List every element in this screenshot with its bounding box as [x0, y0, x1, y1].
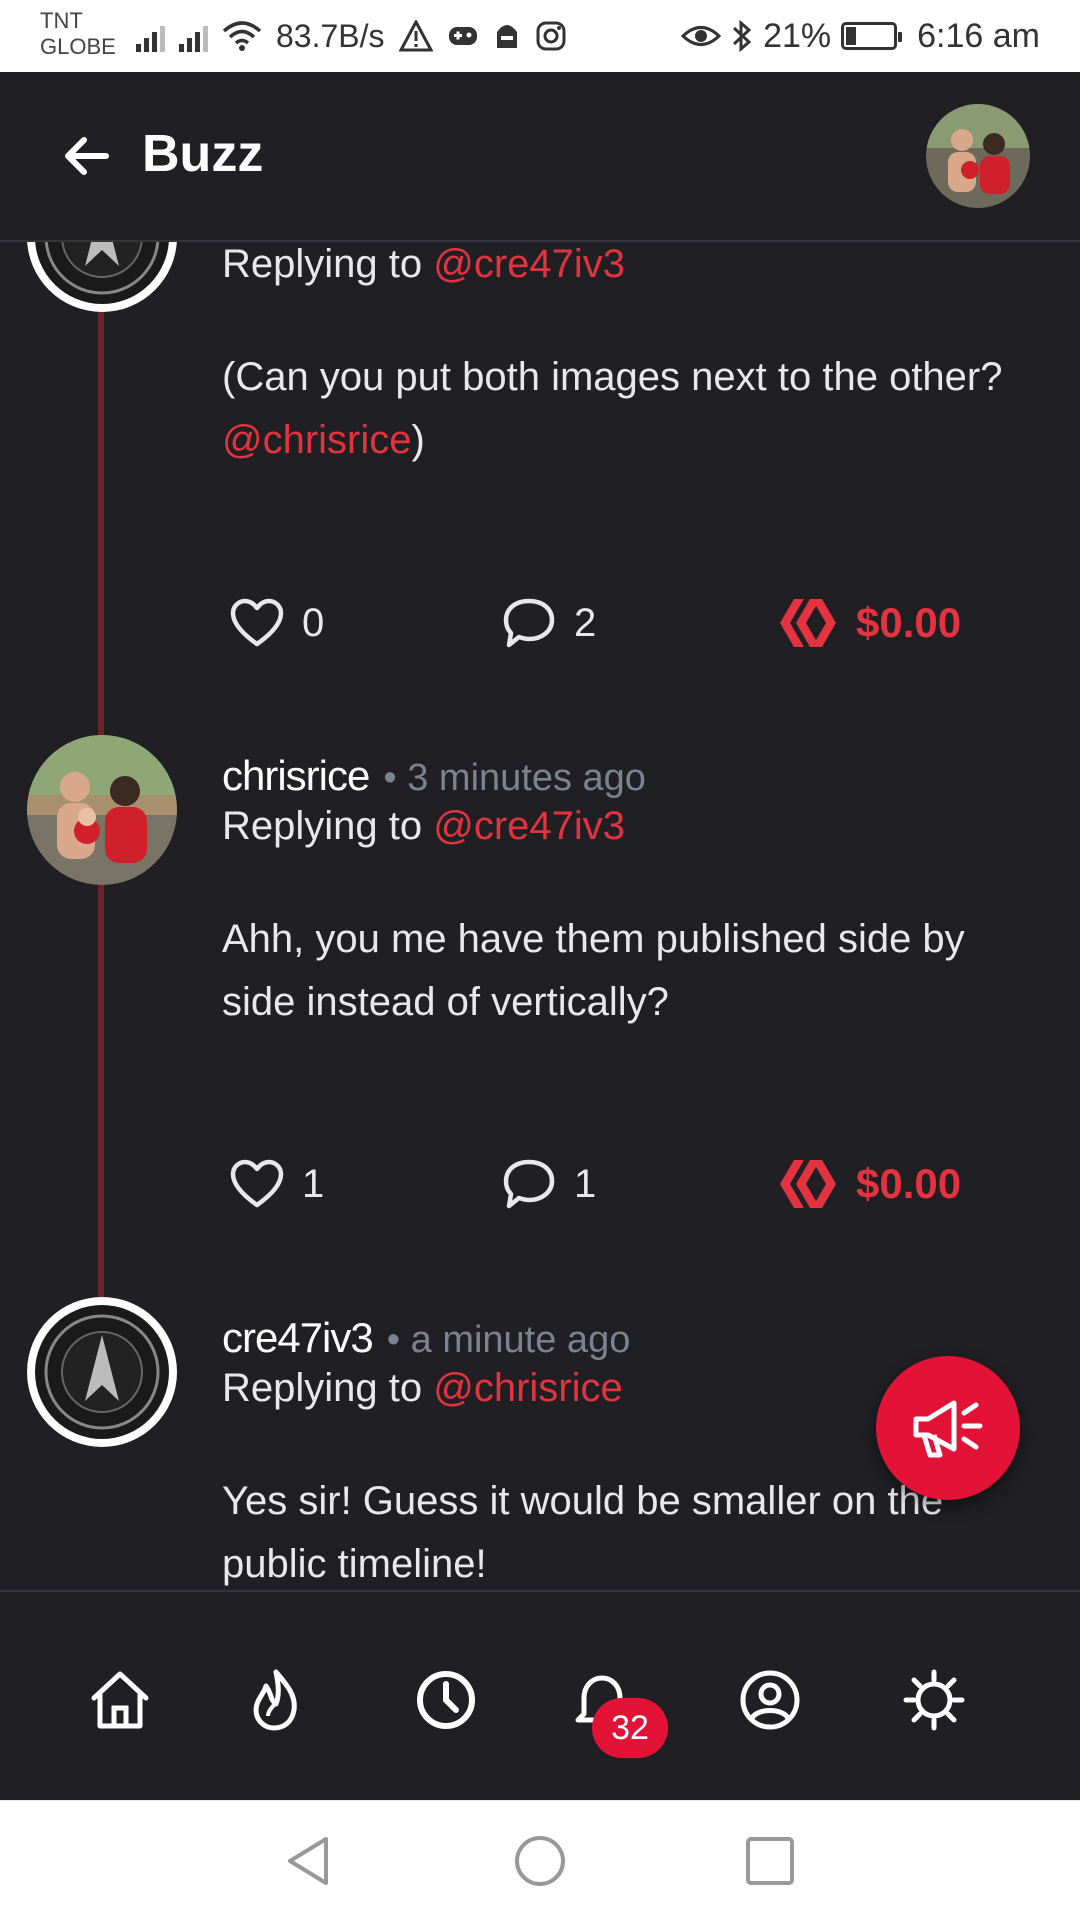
home-icon[interactable]	[88, 1668, 152, 1732]
mention-link[interactable]: @chrisrice	[222, 418, 412, 462]
post-time: • a minute ago	[386, 1319, 631, 1361]
system-nav-bar	[0, 1800, 1080, 1920]
notification-badge: 32	[592, 1698, 668, 1758]
net-speed: 83.7B/s	[276, 17, 385, 54]
comment-icon	[503, 1159, 555, 1209]
app-icon	[496, 25, 517, 48]
comment-count: 1	[574, 1161, 597, 1206]
post-meta: cre47iv3 • a minute ago	[222, 1314, 630, 1362]
thread-line	[98, 312, 104, 742]
replying-to: Replying to @cre47iv3	[222, 804, 625, 849]
create-buzz-button[interactable]	[876, 1356, 1020, 1500]
instagram-icon	[536, 21, 566, 51]
heart-icon	[230, 598, 284, 647]
payout-amount: $0.00	[856, 1160, 962, 1207]
bottom-nav	[0, 1590, 1080, 1800]
battery-percent: 21%	[763, 16, 832, 55]
battery-icon	[841, 22, 903, 50]
post-body: Ahh, you me have them published side by …	[222, 917, 965, 1024]
username-link[interactable]: chrisrice	[222, 752, 370, 800]
mention-link[interactable]: @chrisrice	[433, 1366, 623, 1410]
like-button[interactable]: 1	[230, 1154, 324, 1214]
page-title: Buzz	[142, 125, 264, 183]
comment-count: 2	[574, 600, 597, 645]
warning-icon	[398, 20, 433, 52]
game-icon	[448, 27, 477, 45]
eye-icon	[681, 26, 722, 46]
carrier-name: TNT	[40, 8, 83, 33]
post-text: (Can you put both images next to the oth…	[222, 355, 1003, 399]
payout-button[interactable]: $0.00	[778, 1154, 961, 1214]
megaphone-icon	[913, 1400, 983, 1458]
wifi-icon	[222, 21, 262, 51]
app-header: Buzz	[0, 72, 1080, 242]
back-triangle-icon[interactable]	[282, 1833, 338, 1889]
settings-icon[interactable]	[902, 1668, 966, 1732]
heart-icon	[230, 1159, 284, 1208]
post-body: (Can you put both images next to the oth…	[222, 346, 1042, 472]
battery-fill	[846, 27, 857, 45]
like-button[interactable]: 0	[230, 593, 324, 653]
status-left: 83.7B/s	[136, 14, 567, 58]
like-count: 0	[302, 600, 325, 645]
payout-button[interactable]: $0.00	[778, 593, 961, 653]
post-actions: 0 2 $0.00	[230, 593, 1030, 653]
mention-link[interactable]: @cre47iv3	[433, 804, 625, 848]
post-actions: 1 1 $0.00	[230, 1154, 1030, 1214]
starfleet-logo-icon	[35, 1305, 169, 1439]
status-bar: TNT GLOBE 83.7B/s 21% 6:16 am	[0, 0, 1080, 72]
replying-label: Replying to	[222, 242, 434, 286]
post-avatar[interactable]	[27, 242, 177, 312]
home-circle-icon[interactable]	[512, 1833, 568, 1889]
post-avatar[interactable]	[27, 1297, 177, 1447]
post-avatar[interactable]	[27, 735, 177, 885]
like-count: 1	[302, 1161, 325, 1206]
bluetooth-icon	[733, 19, 752, 53]
signal-icon	[179, 20, 208, 52]
post-text-suffix: )	[411, 418, 425, 462]
flame-icon[interactable]	[244, 1668, 308, 1732]
app-screen: Buzz Replying to @cre47iv3 (Can you put …	[0, 72, 1080, 1800]
comment-button[interactable]: 2	[502, 593, 596, 653]
thread-line	[98, 822, 104, 1342]
replying-to: Replying to @cre47iv3	[222, 242, 625, 287]
mention-link[interactable]: @cre47iv3	[433, 242, 625, 286]
hive-icon	[780, 599, 836, 647]
arrow-left-icon[interactable]	[60, 130, 112, 182]
clock-time: 6:16 am	[917, 16, 1040, 55]
replying-to: Replying to @chrisrice	[222, 1366, 623, 1411]
profile-icon[interactable]	[738, 1668, 802, 1732]
replying-label: Replying to	[222, 1366, 434, 1410]
carrier-name-2: GLOBE	[40, 34, 116, 59]
comment-button[interactable]: 1	[502, 1154, 596, 1214]
post-time: • 3 minutes ago	[383, 757, 646, 799]
payout-amount: $0.00	[856, 599, 962, 646]
starfleet-logo-icon	[35, 242, 169, 304]
user-avatar[interactable]	[926, 104, 1030, 208]
post-meta: chrisrice • 3 minutes ago	[222, 752, 646, 800]
carrier-label: TNT GLOBE	[40, 8, 116, 60]
username-link[interactable]: cre47iv3	[222, 1314, 374, 1362]
signal-icon	[136, 20, 165, 52]
comment-icon	[503, 598, 555, 648]
status-right: 21% 6:16 am	[681, 14, 1040, 58]
replying-label: Replying to	[222, 804, 434, 848]
hive-icon	[780, 1160, 836, 1208]
clock-icon[interactable]	[414, 1668, 478, 1732]
recents-square-icon[interactable]	[742, 1833, 798, 1889]
